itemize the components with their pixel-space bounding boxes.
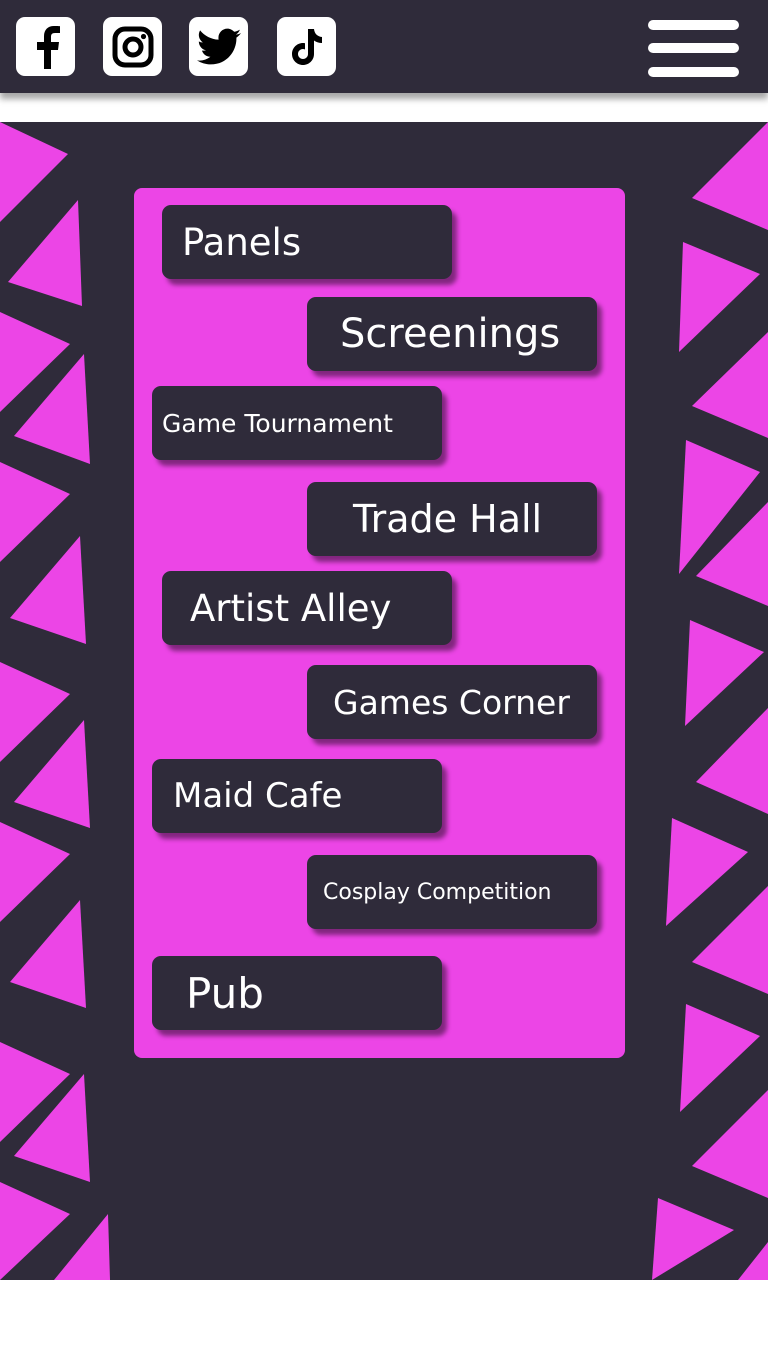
nav-button-games-corner[interactable]: Games Corner (307, 665, 597, 739)
navigation-panel: Panels Screenings Game Tournament Trade … (134, 188, 625, 1058)
nav-button-maid-cafe[interactable]: Maid Cafe (152, 759, 442, 833)
instagram-icon (112, 26, 153, 67)
nav-button-cosplay-competition[interactable]: Cosplay Competition (307, 855, 597, 929)
instagram-link[interactable] (103, 17, 162, 76)
nav-button-game-tournament[interactable]: Game Tournament (152, 386, 442, 460)
tiktok-icon (291, 28, 322, 65)
tiktok-link[interactable] (277, 17, 336, 76)
hamburger-menu-icon[interactable] (648, 20, 739, 77)
facebook-icon (36, 25, 60, 69)
nav-button-screenings[interactable]: Screenings (307, 297, 597, 371)
nav-button-artist-alley[interactable]: Artist Alley (162, 571, 452, 645)
twitter-icon (196, 28, 241, 64)
nav-button-pub[interactable]: Pub (152, 956, 442, 1030)
nav-button-panels[interactable]: Panels (162, 205, 452, 279)
top-bar (0, 0, 768, 93)
nav-button-trade-hall[interactable]: Trade Hall (307, 482, 597, 556)
hero-section: Panels Screenings Game Tournament Trade … (0, 122, 768, 1280)
facebook-link[interactable] (16, 17, 75, 76)
twitter-link[interactable] (189, 17, 248, 76)
